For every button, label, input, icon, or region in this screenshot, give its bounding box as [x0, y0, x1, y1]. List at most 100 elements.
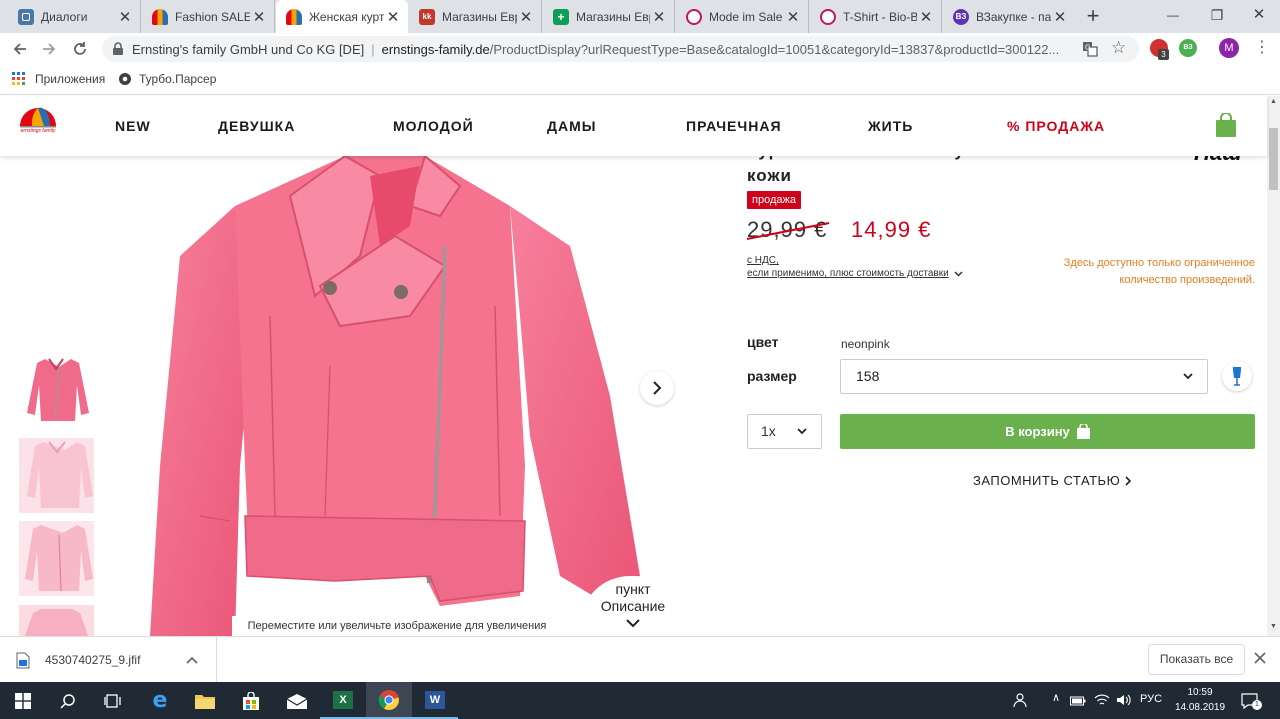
edge-taskbar-button[interactable]: e	[137, 682, 183, 719]
download-item[interactable]: 4530740275_9.jfif	[16, 645, 196, 675]
tab-vzakupke[interactable]: ВЗ ВЗакупке - па ✕	[943, 0, 1075, 33]
task-view-button[interactable]	[90, 682, 136, 719]
nav-new[interactable]: NEW	[115, 118, 151, 134]
new-tab-button[interactable]: +	[1080, 3, 1106, 29]
show-all-downloads-button[interactable]: Показать все	[1148, 644, 1245, 675]
size-advisor-button[interactable]	[1222, 361, 1252, 391]
shelf-divider	[216, 637, 217, 683]
quantity-select[interactable]: 1x	[747, 414, 822, 449]
thumbnail-2[interactable]	[19, 438, 94, 513]
chevron-down-icon	[1183, 373, 1193, 380]
cart-icon[interactable]	[1216, 112, 1236, 137]
arrow-left-icon	[13, 43, 26, 55]
clock[interactable]: 10:59 14.08.2019	[1172, 685, 1228, 715]
nav-living[interactable]: ЖИТЬ	[868, 118, 913, 134]
reload-icon	[74, 42, 86, 55]
tab-close-icon[interactable]: ✕	[650, 8, 668, 26]
thumbnail-1[interactable]	[19, 353, 94, 428]
apps-grid-icon	[12, 72, 25, 85]
back-button[interactable]	[8, 37, 32, 61]
action-center-icon[interactable]: 1	[1240, 691, 1262, 711]
scrollbar-thumb[interactable]	[1269, 128, 1278, 190]
language-indicator[interactable]: РУС	[1140, 693, 1162, 705]
tab-close-icon[interactable]: ✕	[784, 8, 802, 26]
tab-fashion-sale[interactable]: Fashion SALE | Ernsting ✕	[142, 0, 275, 33]
zoom-hint: Переместите или увеличьте изображение дл…	[232, 616, 562, 636]
shop-favicon-icon	[686, 8, 702, 25]
bookmarks-bar: Приложения Турбо.Парсер	[0, 64, 1280, 95]
thumbnail-4[interactable]	[19, 605, 94, 636]
menu-kebab-icon[interactable]: ⋮	[1254, 38, 1270, 58]
logo-text: ernstings family	[20, 128, 56, 134]
nav-sale[interactable]: % ПРОДАЖА	[1007, 118, 1105, 134]
tab-mode-im-sale[interactable]: Mode im Sale ✕	[676, 0, 809, 33]
profile-avatar[interactable]: M	[1219, 38, 1239, 58]
close-shelf-icon[interactable]	[1254, 651, 1272, 669]
people-icon[interactable]	[1013, 692, 1031, 710]
size-select[interactable]: 158	[840, 359, 1208, 394]
add-to-cart-button[interactable]: В корзину	[840, 414, 1255, 449]
tab-close-icon[interactable]: ✕	[917, 8, 935, 26]
mail-taskbar-button[interactable]	[274, 682, 320, 719]
word-taskbar-button[interactable]: W	[412, 682, 458, 719]
scroll-down-arrow-icon[interactable]: ▼	[1269, 623, 1278, 631]
bookmark-apps[interactable]: Приложения	[12, 71, 105, 87]
nav-ladies[interactable]: ДАМЫ	[547, 118, 596, 134]
description-toggle[interactable]: пункт Описание	[580, 576, 686, 636]
mail-envelope-icon	[286, 693, 308, 709]
tab-close-icon[interactable]: ✕	[116, 8, 134, 26]
address-bar[interactable]: Ernsting's family GmbH und Co KG [DE] | …	[102, 36, 1139, 62]
wifi-icon[interactable]	[1094, 693, 1110, 707]
browser-toolbar: Ernsting's family GmbH und Co KG [DE] | …	[0, 33, 1280, 64]
tab-close-icon[interactable]: ✕	[517, 8, 535, 26]
tray-chevron-up-icon[interactable]: ∧	[1050, 691, 1062, 707]
chevron-right-icon	[653, 381, 662, 395]
bookmark-apps-label: Приложения	[35, 72, 106, 86]
maximize-button[interactable]: ❐	[1196, 0, 1238, 30]
arrow-right-icon	[43, 43, 56, 55]
explorer-taskbar-button[interactable]	[182, 682, 228, 719]
tab-dialogs[interactable]: Диалоги ✕	[8, 0, 141, 33]
tab-shops-europe-2[interactable]: + Магазины Европы ✕	[543, 0, 675, 33]
battery-icon[interactable]	[1070, 694, 1086, 706]
volume-icon[interactable]	[1116, 693, 1132, 707]
search-taskbar-button[interactable]	[45, 682, 91, 719]
translate-icon[interactable]: G	[1082, 41, 1098, 57]
minimize-button[interactable]: —	[1152, 0, 1194, 30]
vz-extension-icon[interactable]: ВЗ	[1179, 39, 1197, 57]
vat-info[interactable]: с НДС, если применимо, плюс стоимость до…	[747, 254, 963, 280]
close-window-button[interactable]: ✕	[1238, 0, 1280, 30]
tab-close-icon[interactable]: ✕	[384, 8, 402, 26]
reload-button[interactable]	[68, 37, 92, 61]
tab-tshirt[interactable]: T-Shirt - Bio-Baumwolle ✕	[810, 0, 942, 33]
product-main-image[interactable]	[140, 136, 660, 636]
site-logo[interactable]: ernstings family	[18, 104, 58, 144]
nav-young[interactable]: МОЛОДОЙ	[393, 118, 474, 134]
page-scrollbar[interactable]: ▲ ▼	[1267, 96, 1280, 636]
tab-shops-europe-1[interactable]: kk Магазины Европы ✕	[409, 0, 542, 33]
next-image-button[interactable]	[640, 371, 674, 405]
forward-button[interactable]	[37, 37, 61, 61]
tab-close-icon[interactable]: ✕	[250, 8, 268, 26]
bookmark-turbo-parser[interactable]: Турбо.Парсер	[118, 71, 216, 87]
bookmark-star-icon[interactable]: ☆	[1111, 39, 1129, 57]
nav-girls[interactable]: ДЕВУШКА	[218, 118, 295, 134]
adblock-extension-icon[interactable]: 3	[1150, 39, 1169, 60]
url-domain: ernstings-family.de	[381, 41, 490, 57]
size-label: размер	[747, 368, 797, 384]
remember-item-link[interactable]: ЗАПОМНИТЬ СТАТЬЮ	[973, 473, 1132, 488]
scroll-up-arrow-icon[interactable]: ▲	[1269, 98, 1278, 106]
thumbnail-3[interactable]	[19, 521, 94, 596]
start-button[interactable]	[0, 682, 46, 719]
chevron-right-icon	[1125, 475, 1132, 486]
nav-laundry[interactable]: ПРАЧЕЧНАЯ	[686, 118, 782, 134]
tab-close-icon[interactable]: ✕	[1051, 8, 1069, 26]
excel-taskbar-button[interactable]: X	[320, 682, 366, 719]
chrome-taskbar-button[interactable]	[366, 682, 412, 719]
tab-womens-jacket[interactable]: Женская куртка ✕	[276, 0, 408, 33]
color-value: neonpink	[841, 337, 890, 351]
ernstings-favicon-icon	[286, 8, 302, 25]
tab-strip: Диалоги ✕ Fashion SALE | Ernsting ✕ Женс…	[0, 0, 1280, 33]
download-chevron-up-icon[interactable]	[186, 651, 202, 667]
store-taskbar-button[interactable]	[228, 682, 274, 719]
